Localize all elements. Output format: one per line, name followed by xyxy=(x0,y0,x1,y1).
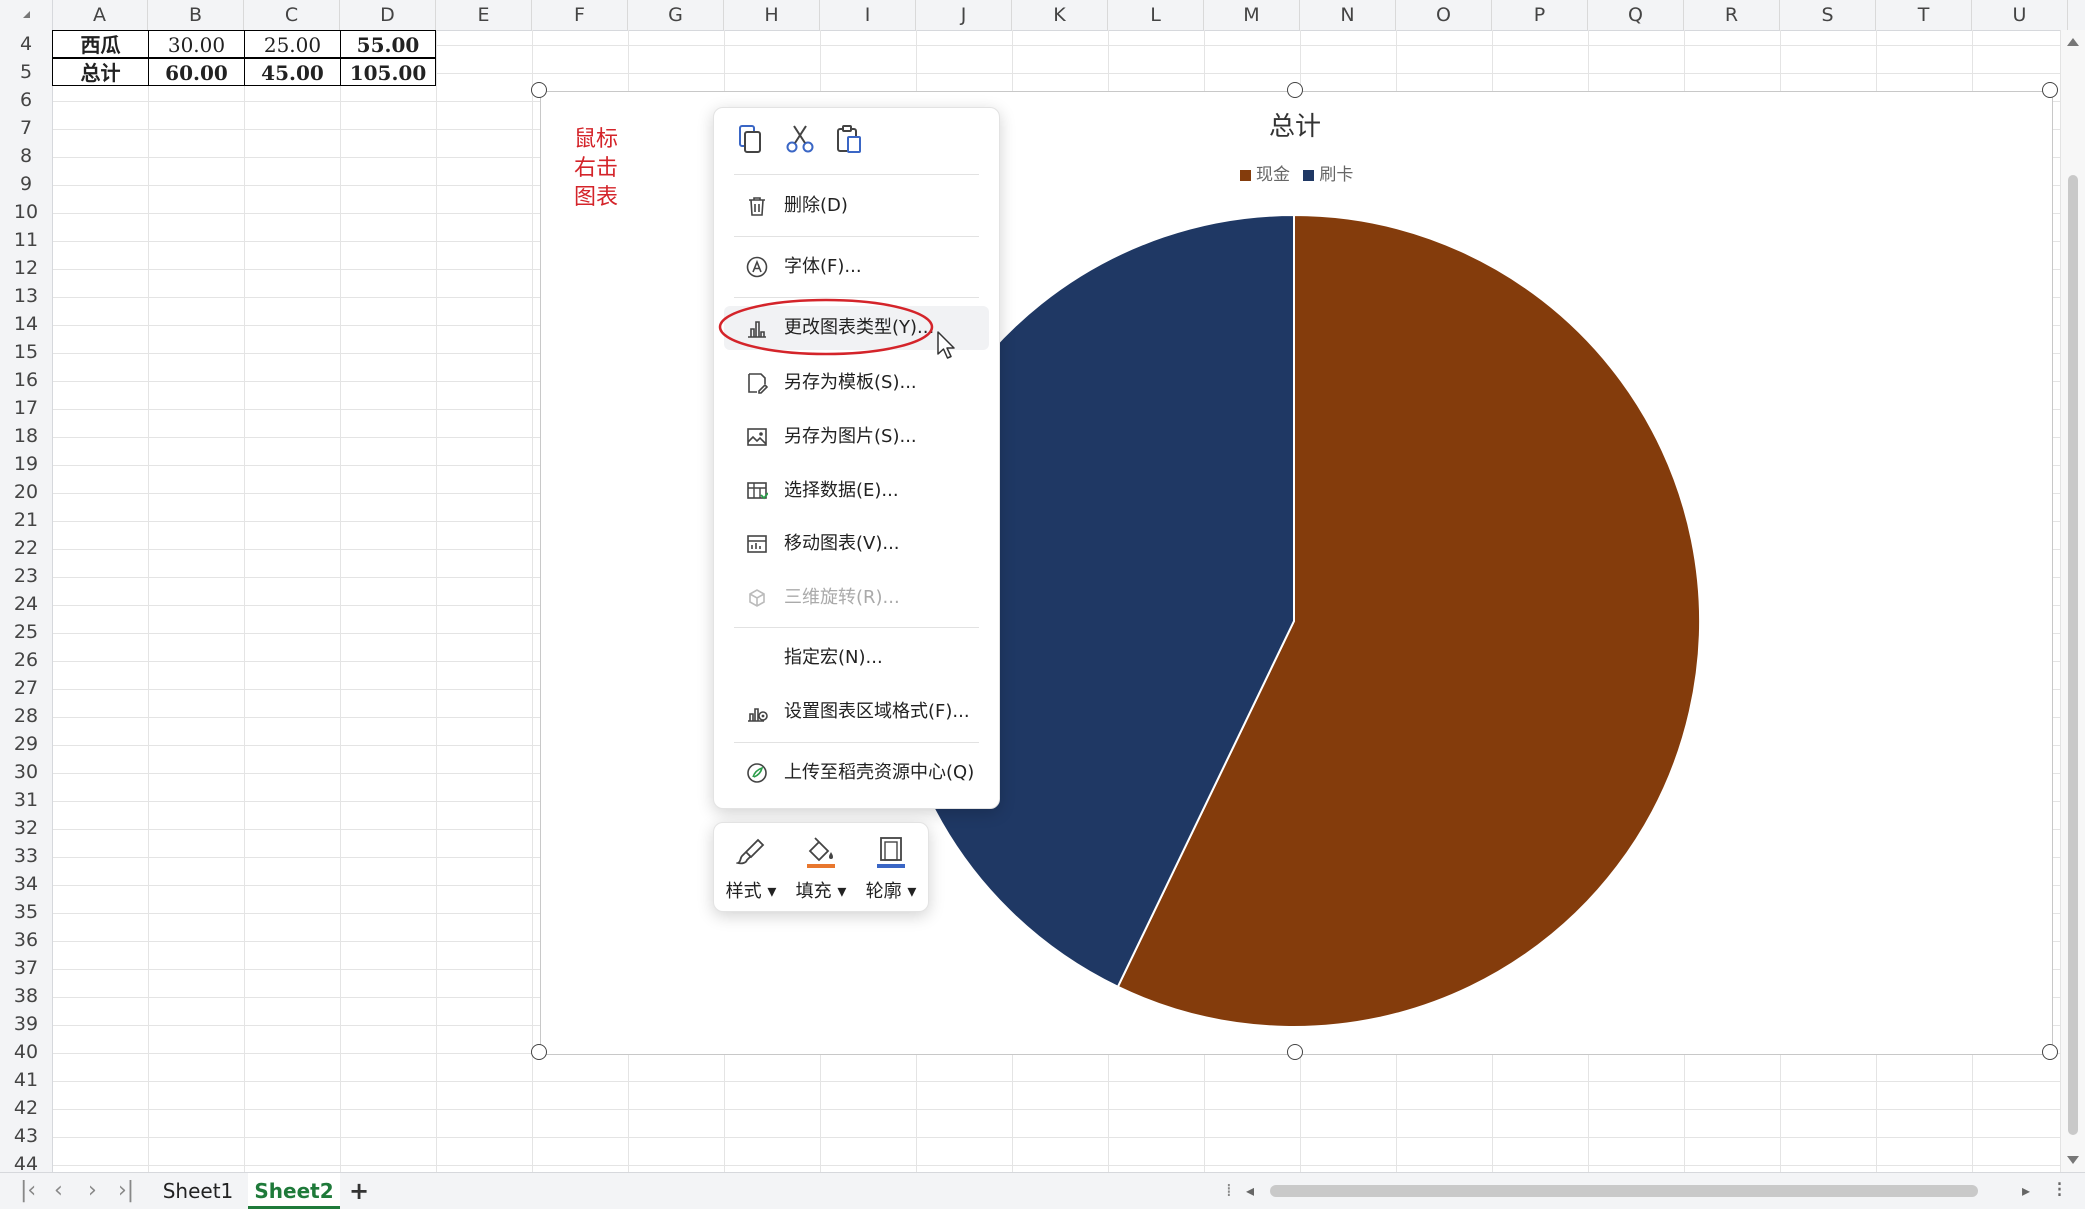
menu-item-assign-macro[interactable]: 指定宏(N)... xyxy=(724,636,989,680)
menu-item-label: 另存为模板(S)... xyxy=(784,372,917,393)
menu-item-upload[interactable]: 上传至稻壳资源中心(Q) xyxy=(724,751,989,795)
menu-item-label: 另存为图片(S)... xyxy=(784,426,917,447)
menu-item-move-chart[interactable]: 移动图表(V)... xyxy=(724,522,989,566)
save-image-icon xyxy=(747,428,767,446)
tab-sheet2[interactable]: Sheet2 xyxy=(248,1173,340,1209)
vertical-scroll-thumb[interactable] xyxy=(2068,175,2078,1135)
chart-format-toolbar: 样式 ▾ 填充 ▾ 轮廓 ▾ xyxy=(713,822,929,912)
scroll-right-icon[interactable]: ▸ xyxy=(2022,1173,2030,1209)
menu-separator xyxy=(734,627,979,628)
menu-item-label: 指定宏(N)... xyxy=(784,647,883,668)
menu-item-label: 选择数据(E)... xyxy=(784,480,899,501)
fill-bucket-icon xyxy=(807,837,835,868)
fill-label: 填充 xyxy=(795,881,832,902)
3d-rotate-icon xyxy=(749,589,765,607)
menu-item-select-data[interactable]: 选择数据(E)... xyxy=(724,469,989,513)
context-menu: 删除(D) 字体(F)... 更改图表类型(Y)... 另存为模板(S)... … xyxy=(713,107,1000,809)
menu-item-label: 设置图表区域格式(F)... xyxy=(784,701,970,722)
save-template-icon xyxy=(748,373,768,394)
style-button[interactable]: 样式 ▾ xyxy=(720,833,782,905)
more-icon[interactable]: ⁝ xyxy=(2056,1173,2063,1209)
vertical-scrollbar[interactable] xyxy=(2060,30,2085,1172)
horizontal-scroll-thumb[interactable] xyxy=(1270,1185,1978,1197)
outline-icon xyxy=(877,837,905,868)
tab-sheet1[interactable]: Sheet1 xyxy=(150,1173,246,1209)
first-sheet-icon[interactable]: |‹ xyxy=(20,1173,36,1209)
menu-item-save-image[interactable]: 另存为图片(S)... xyxy=(724,415,989,459)
menu-item-save-template[interactable]: 另存为模板(S)... xyxy=(724,361,989,405)
move-chart-icon xyxy=(747,535,767,553)
upload-icon xyxy=(747,763,767,783)
brush-icon xyxy=(736,838,765,865)
outline-button[interactable]: 轮廓 ▾ xyxy=(860,833,922,905)
copy-icon[interactable] xyxy=(734,123,766,155)
cut-icon[interactable] xyxy=(784,123,816,155)
paste-icon[interactable] xyxy=(834,123,866,155)
menu-item-label: 移动图表(V)... xyxy=(784,533,900,554)
prev-sheet-icon[interactable]: ‹ xyxy=(54,1173,63,1209)
scroll-down-icon[interactable] xyxy=(2067,1156,2079,1164)
pie-chart[interactable] xyxy=(0,0,2085,1208)
scroll-up-icon[interactable] xyxy=(2067,38,2079,46)
format-area-icon xyxy=(748,708,768,722)
scroll-left-icon[interactable]: ◂ xyxy=(1246,1173,1254,1209)
menu-item-font[interactable]: 字体(F)... xyxy=(724,245,989,289)
menu-item-label: 上传至稻壳资源中心(Q) xyxy=(784,762,975,783)
add-sheet-button[interactable]: + xyxy=(344,1173,374,1209)
menu-item-label: 字体(F)... xyxy=(784,256,862,277)
menu-separator xyxy=(734,236,979,237)
last-sheet-icon[interactable]: ›| xyxy=(118,1173,134,1209)
menu-item-label: 三维旋转(R)... xyxy=(784,587,900,608)
annotation-text: 鼠标右击图表 xyxy=(574,127,619,210)
font-icon xyxy=(746,256,768,278)
menu-separator xyxy=(734,742,979,743)
next-sheet-icon[interactable]: › xyxy=(88,1173,97,1209)
mouse-cursor-icon xyxy=(937,331,955,359)
fill-button[interactable]: 填充 ▾ xyxy=(790,833,852,905)
sheet-tab-bar: |‹ ‹ › ›| Sheet1 Sheet2 + ⁞ ◂ ▸ ⁝ xyxy=(0,1172,2085,1209)
select-data-icon xyxy=(747,482,768,500)
outline-label: 轮廓 xyxy=(865,881,902,902)
menu-item-delete[interactable]: 删除(D) xyxy=(724,184,989,228)
style-label: 样式 xyxy=(725,881,762,902)
highlight-ellipse xyxy=(718,298,934,356)
menu-item-label: 删除(D) xyxy=(784,195,848,216)
menu-item-3d-rotation[interactable]: 三维旋转(R)... xyxy=(724,576,989,620)
trash-icon xyxy=(749,197,765,216)
menu-item-format-chart-area[interactable]: 设置图表区域格式(F)... xyxy=(724,690,989,734)
menu-separator xyxy=(734,174,979,175)
split-handle-icon[interactable]: ⁞ xyxy=(1226,1173,1232,1209)
